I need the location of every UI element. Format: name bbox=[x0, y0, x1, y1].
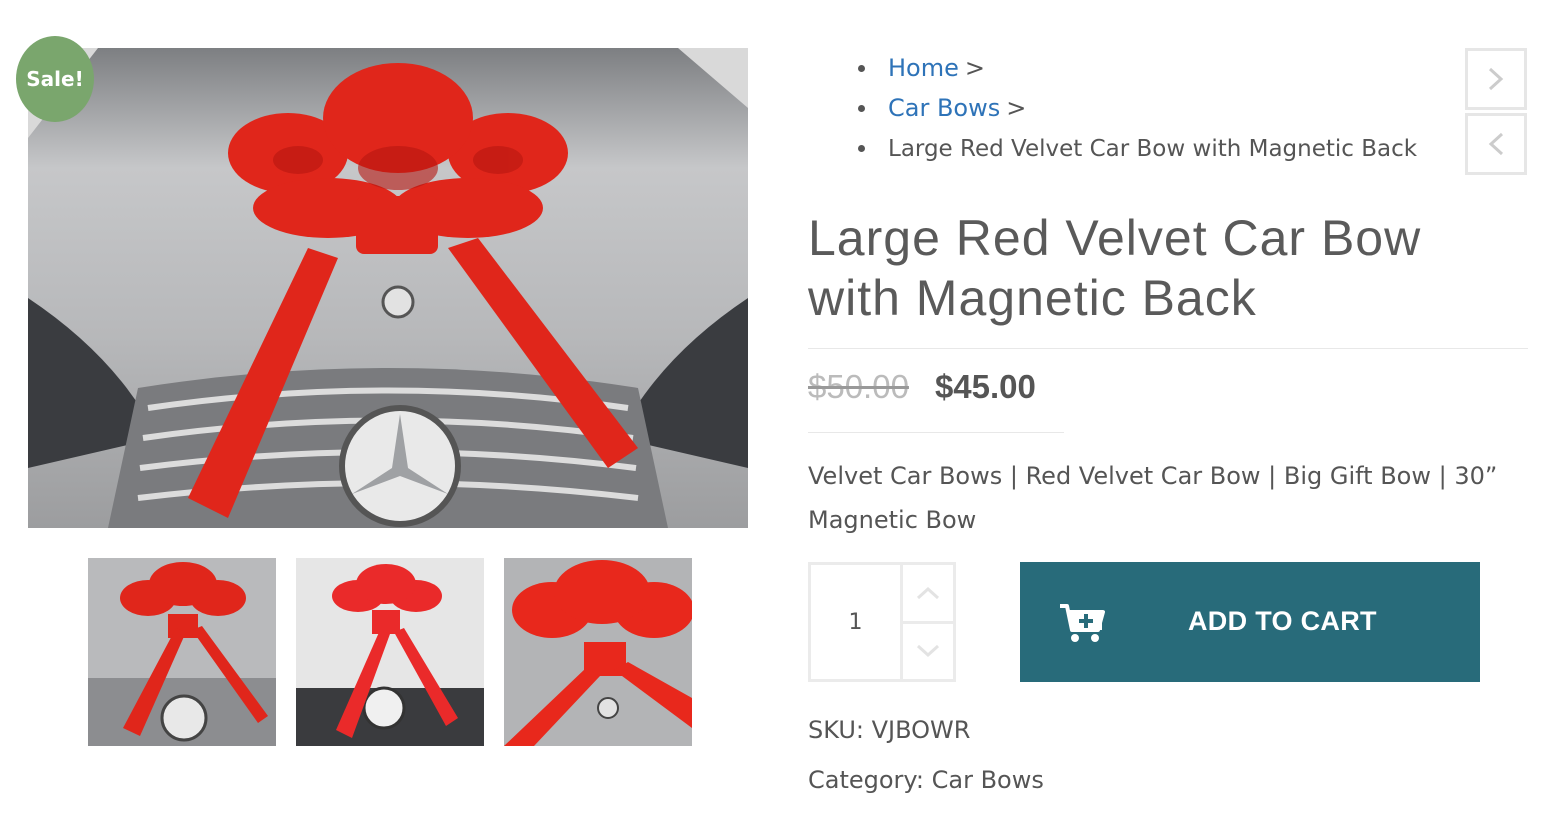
product-title: Large Red Velvet Car Bow with Magnetic B… bbox=[808, 210, 1422, 326]
chevron-right-icon bbox=[1488, 67, 1504, 91]
main-product-image[interactable] bbox=[28, 48, 748, 528]
previous-product-button[interactable] bbox=[1465, 113, 1527, 175]
quantity-steppers bbox=[900, 565, 953, 679]
add-to-cart-button[interactable]: ADD TO CART bbox=[1020, 562, 1480, 682]
regular-price: $50.00 bbox=[808, 368, 909, 405]
chevron-down-icon bbox=[916, 645, 940, 658]
next-product-button[interactable] bbox=[1465, 48, 1527, 110]
thumbnail-3[interactable] bbox=[504, 558, 692, 746]
divider bbox=[808, 348, 1528, 349]
car-bow-photo bbox=[28, 48, 748, 528]
sale-price: $45.00 bbox=[934, 368, 1036, 405]
quantity-input[interactable] bbox=[811, 565, 900, 679]
add-to-cart-label: ADD TO CART bbox=[1188, 606, 1377, 636]
thumbnail-image bbox=[88, 558, 276, 746]
thumbnail-image bbox=[296, 558, 484, 746]
quantity-decrease-button[interactable] bbox=[903, 620, 953, 680]
breadcrumb-separator: > bbox=[964, 54, 985, 82]
sku: SKU: VJBOWR bbox=[808, 716, 970, 744]
sale-badge: Sale! bbox=[16, 36, 94, 122]
thumbnail-1[interactable] bbox=[88, 558, 276, 746]
price: $50.00 $45.00 bbox=[808, 368, 1036, 406]
sku-label: SKU: bbox=[808, 716, 864, 744]
breadcrumb-item-home: Home > bbox=[858, 48, 1417, 88]
chevron-left-icon bbox=[1488, 132, 1504, 156]
breadcrumb-item-current: Large Red Velvet Car Bow with Magnetic B… bbox=[858, 128, 1417, 169]
thumbnail-strip bbox=[88, 558, 692, 746]
cart-plus-icon bbox=[1060, 604, 1105, 642]
breadcrumb-item-car-bows: Car Bows > bbox=[858, 88, 1417, 128]
breadcrumb-separator: > bbox=[1006, 94, 1027, 122]
quantity-increase-button[interactable] bbox=[903, 565, 953, 621]
thumbnail-image bbox=[504, 558, 692, 746]
quantity-stepper bbox=[808, 562, 956, 682]
category-label: Category: bbox=[808, 766, 924, 794]
short-description: Velvet Car Bows | Red Velvet Car Bow | B… bbox=[808, 462, 1498, 534]
breadcrumb-current: Large Red Velvet Car Bow with Magnetic B… bbox=[888, 136, 1418, 162]
chevron-up-icon bbox=[916, 586, 940, 599]
thumbnail-2[interactable] bbox=[296, 558, 484, 746]
breadcrumb-link-car-bows[interactable]: Car Bows bbox=[888, 94, 1000, 122]
category: Category: Car Bows bbox=[808, 766, 1044, 794]
breadcrumb-link-home[interactable]: Home bbox=[888, 54, 959, 82]
divider bbox=[808, 432, 1064, 433]
sku-value: VJBOWR bbox=[871, 716, 971, 744]
breadcrumb: Home > Car Bows > Large Red Velvet Car Bow… bbox=[858, 48, 1417, 169]
category-link[interactable]: Car Bows bbox=[932, 766, 1044, 794]
